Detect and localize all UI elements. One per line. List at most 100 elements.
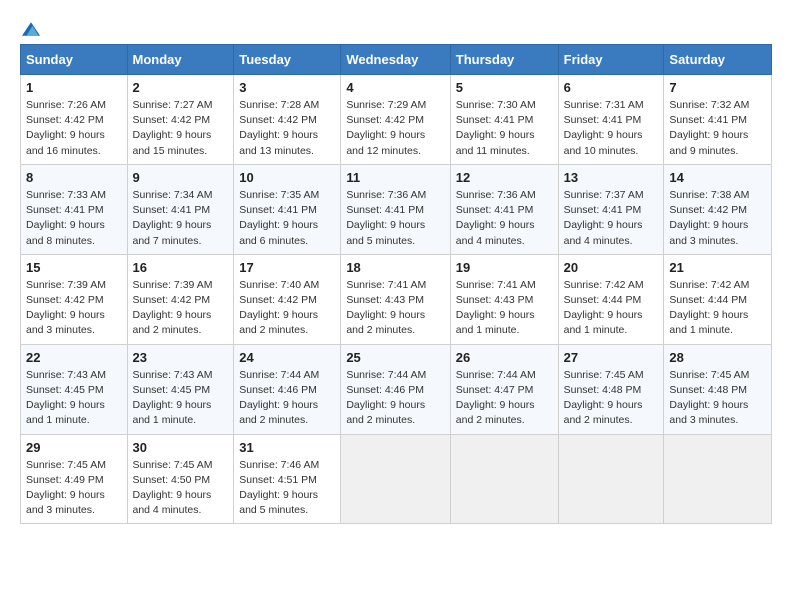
calendar-cell: 4 Sunrise: 7:29 AM Sunset: 4:42 PM Dayli… — [341, 75, 450, 165]
day-detail: Sunrise: 7:44 AM Sunset: 4:47 PM Dayligh… — [456, 368, 553, 429]
day-detail: Sunrise: 7:35 AM Sunset: 4:41 PM Dayligh… — [239, 188, 335, 249]
day-detail: Sunrise: 7:36 AM Sunset: 4:41 PM Dayligh… — [346, 188, 444, 249]
calendar-cell: 18 Sunrise: 7:41 AM Sunset: 4:43 PM Dayl… — [341, 254, 450, 344]
day-number: 22 — [26, 350, 122, 365]
day-detail: Sunrise: 7:42 AM Sunset: 4:44 PM Dayligh… — [669, 278, 766, 339]
calendar-cell: 7 Sunrise: 7:32 AM Sunset: 4:41 PM Dayli… — [664, 75, 772, 165]
day-detail: Sunrise: 7:32 AM Sunset: 4:41 PM Dayligh… — [669, 98, 766, 159]
day-detail: Sunrise: 7:41 AM Sunset: 4:43 PM Dayligh… — [456, 278, 553, 339]
calendar-cell: 20 Sunrise: 7:42 AM Sunset: 4:44 PM Dayl… — [558, 254, 664, 344]
day-detail: Sunrise: 7:30 AM Sunset: 4:41 PM Dayligh… — [456, 98, 553, 159]
calendar-cell: 31 Sunrise: 7:46 AM Sunset: 4:51 PM Dayl… — [234, 434, 341, 524]
page-header — [20, 20, 772, 34]
calendar-cell — [664, 434, 772, 524]
day-number: 27 — [564, 350, 659, 365]
calendar-cell — [558, 434, 664, 524]
day-detail: Sunrise: 7:45 AM Sunset: 4:50 PM Dayligh… — [133, 458, 229, 519]
calendar-cell: 25 Sunrise: 7:44 AM Sunset: 4:46 PM Dayl… — [341, 344, 450, 434]
calendar-cell: 11 Sunrise: 7:36 AM Sunset: 4:41 PM Dayl… — [341, 164, 450, 254]
day-number: 3 — [239, 80, 335, 95]
calendar-cell: 17 Sunrise: 7:40 AM Sunset: 4:42 PM Dayl… — [234, 254, 341, 344]
day-number: 17 — [239, 260, 335, 275]
calendar-cell: 3 Sunrise: 7:28 AM Sunset: 4:42 PM Dayli… — [234, 75, 341, 165]
day-number: 18 — [346, 260, 444, 275]
calendar-table: SundayMondayTuesdayWednesdayThursdayFrid… — [20, 44, 772, 524]
calendar-cell: 28 Sunrise: 7:45 AM Sunset: 4:48 PM Dayl… — [664, 344, 772, 434]
calendar-cell: 22 Sunrise: 7:43 AM Sunset: 4:45 PM Dayl… — [21, 344, 128, 434]
calendar-cell: 10 Sunrise: 7:35 AM Sunset: 4:41 PM Dayl… — [234, 164, 341, 254]
calendar-cell: 19 Sunrise: 7:41 AM Sunset: 4:43 PM Dayl… — [450, 254, 558, 344]
calendar-cell: 30 Sunrise: 7:45 AM Sunset: 4:50 PM Dayl… — [127, 434, 234, 524]
day-detail: Sunrise: 7:45 AM Sunset: 4:48 PM Dayligh… — [564, 368, 659, 429]
calendar-cell: 6 Sunrise: 7:31 AM Sunset: 4:41 PM Dayli… — [558, 75, 664, 165]
calendar-cell: 9 Sunrise: 7:34 AM Sunset: 4:41 PM Dayli… — [127, 164, 234, 254]
day-number: 28 — [669, 350, 766, 365]
day-detail: Sunrise: 7:29 AM Sunset: 4:42 PM Dayligh… — [346, 98, 444, 159]
day-number: 26 — [456, 350, 553, 365]
day-number: 31 — [239, 440, 335, 455]
day-detail: Sunrise: 7:41 AM Sunset: 4:43 PM Dayligh… — [346, 278, 444, 339]
calendar-cell: 24 Sunrise: 7:44 AM Sunset: 4:46 PM Dayl… — [234, 344, 341, 434]
day-number: 24 — [239, 350, 335, 365]
day-detail: Sunrise: 7:36 AM Sunset: 4:41 PM Dayligh… — [456, 188, 553, 249]
day-detail: Sunrise: 7:44 AM Sunset: 4:46 PM Dayligh… — [239, 368, 335, 429]
day-number: 2 — [133, 80, 229, 95]
day-detail: Sunrise: 7:26 AM Sunset: 4:42 PM Dayligh… — [26, 98, 122, 159]
day-number: 19 — [456, 260, 553, 275]
day-detail: Sunrise: 7:28 AM Sunset: 4:42 PM Dayligh… — [239, 98, 335, 159]
calendar-cell: 29 Sunrise: 7:45 AM Sunset: 4:49 PM Dayl… — [21, 434, 128, 524]
day-number: 25 — [346, 350, 444, 365]
day-number: 23 — [133, 350, 229, 365]
day-number: 13 — [564, 170, 659, 185]
day-number: 14 — [669, 170, 766, 185]
calendar-cell: 13 Sunrise: 7:37 AM Sunset: 4:41 PM Dayl… — [558, 164, 664, 254]
calendar-header-wednesday: Wednesday — [341, 45, 450, 75]
day-detail: Sunrise: 7:33 AM Sunset: 4:41 PM Dayligh… — [26, 188, 122, 249]
calendar-cell: 23 Sunrise: 7:43 AM Sunset: 4:45 PM Dayl… — [127, 344, 234, 434]
logo-icon — [22, 20, 40, 38]
calendar-cell: 1 Sunrise: 7:26 AM Sunset: 4:42 PM Dayli… — [21, 75, 128, 165]
day-number: 1 — [26, 80, 122, 95]
day-number: 20 — [564, 260, 659, 275]
day-number: 4 — [346, 80, 444, 95]
day-number: 12 — [456, 170, 553, 185]
day-number: 8 — [26, 170, 122, 185]
day-number: 5 — [456, 80, 553, 95]
calendar-week-5: 29 Sunrise: 7:45 AM Sunset: 4:49 PM Dayl… — [21, 434, 772, 524]
calendar-header-monday: Monday — [127, 45, 234, 75]
calendar-cell: 26 Sunrise: 7:44 AM Sunset: 4:47 PM Dayl… — [450, 344, 558, 434]
day-detail: Sunrise: 7:44 AM Sunset: 4:46 PM Dayligh… — [346, 368, 444, 429]
day-number: 7 — [669, 80, 766, 95]
day-number: 21 — [669, 260, 766, 275]
calendar-header-row: SundayMondayTuesdayWednesdayThursdayFrid… — [21, 45, 772, 75]
calendar-cell: 5 Sunrise: 7:30 AM Sunset: 4:41 PM Dayli… — [450, 75, 558, 165]
calendar-header-saturday: Saturday — [664, 45, 772, 75]
day-detail: Sunrise: 7:40 AM Sunset: 4:42 PM Dayligh… — [239, 278, 335, 339]
day-detail: Sunrise: 7:39 AM Sunset: 4:42 PM Dayligh… — [133, 278, 229, 339]
calendar-header-tuesday: Tuesday — [234, 45, 341, 75]
logo — [20, 20, 40, 34]
day-number: 9 — [133, 170, 229, 185]
day-number: 6 — [564, 80, 659, 95]
day-detail: Sunrise: 7:45 AM Sunset: 4:49 PM Dayligh… — [26, 458, 122, 519]
calendar-cell: 21 Sunrise: 7:42 AM Sunset: 4:44 PM Dayl… — [664, 254, 772, 344]
calendar-header-thursday: Thursday — [450, 45, 558, 75]
calendar-header-friday: Friday — [558, 45, 664, 75]
day-detail: Sunrise: 7:37 AM Sunset: 4:41 PM Dayligh… — [564, 188, 659, 249]
day-detail: Sunrise: 7:43 AM Sunset: 4:45 PM Dayligh… — [26, 368, 122, 429]
calendar-week-2: 8 Sunrise: 7:33 AM Sunset: 4:41 PM Dayli… — [21, 164, 772, 254]
calendar-week-1: 1 Sunrise: 7:26 AM Sunset: 4:42 PM Dayli… — [21, 75, 772, 165]
calendar-cell: 8 Sunrise: 7:33 AM Sunset: 4:41 PM Dayli… — [21, 164, 128, 254]
day-number: 15 — [26, 260, 122, 275]
calendar-cell: 2 Sunrise: 7:27 AM Sunset: 4:42 PM Dayli… — [127, 75, 234, 165]
calendar-cell: 16 Sunrise: 7:39 AM Sunset: 4:42 PM Dayl… — [127, 254, 234, 344]
day-number: 10 — [239, 170, 335, 185]
day-number: 29 — [26, 440, 122, 455]
calendar-cell: 15 Sunrise: 7:39 AM Sunset: 4:42 PM Dayl… — [21, 254, 128, 344]
calendar-cell — [341, 434, 450, 524]
calendar-week-4: 22 Sunrise: 7:43 AM Sunset: 4:45 PM Dayl… — [21, 344, 772, 434]
day-detail: Sunrise: 7:43 AM Sunset: 4:45 PM Dayligh… — [133, 368, 229, 429]
calendar-cell: 27 Sunrise: 7:45 AM Sunset: 4:48 PM Dayl… — [558, 344, 664, 434]
calendar-cell: 12 Sunrise: 7:36 AM Sunset: 4:41 PM Dayl… — [450, 164, 558, 254]
day-detail: Sunrise: 7:46 AM Sunset: 4:51 PM Dayligh… — [239, 458, 335, 519]
